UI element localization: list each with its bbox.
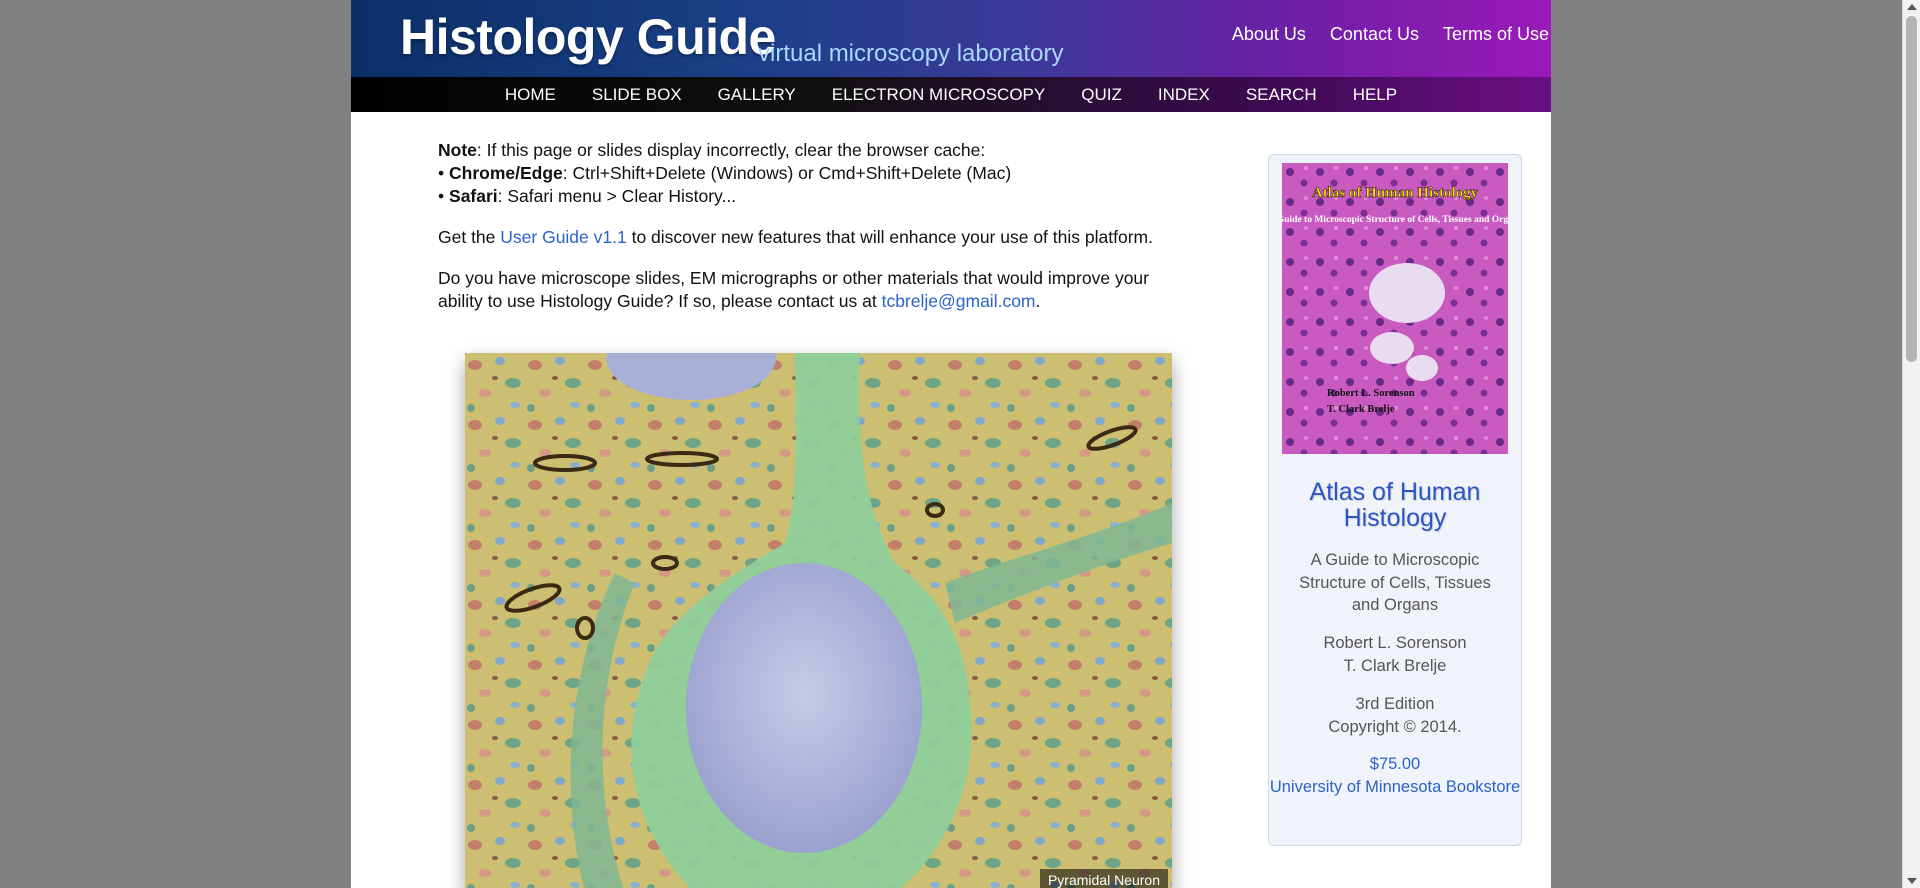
cover-author2-text: T. Clark Brelje <box>1327 404 1395 415</box>
site-title[interactable]: Histology Guide <box>400 8 776 66</box>
contact-paragraph: Do you have microscope slides, EM microg… <box>438 267 1198 313</box>
cover-title-text: Atlas of Human Histology <box>1312 185 1479 201</box>
copyright-text: Copyright © 2014. <box>1328 717 1462 736</box>
scrollbar-thumb[interactable] <box>1906 16 1917 362</box>
safari-text: : Safari menu > Clear History... <box>497 186 737 206</box>
book-cover-image[interactable]: Atlas of Human Histology A Guide to Micr… <box>1282 163 1508 454</box>
chrome-text: : Ctrl+Shift+Delete (Windows) or Cmd+Shi… <box>562 163 1012 183</box>
top-links: About Us Contact Us Terms of Use <box>1232 24 1551 45</box>
nav-search[interactable]: SEARCH <box>1228 85 1335 105</box>
site-subtitle: virtual microscopy laboratory <box>758 40 1064 67</box>
main-content: Note: If this page or slides display inc… <box>438 139 1198 331</box>
nav-gallery[interactable]: GALLERY <box>700 85 814 105</box>
user-guide-paragraph: Get the User Guide v1.1 to discover new … <box>438 226 1198 249</box>
author-name: T. Clark Brelje <box>1343 656 1447 675</box>
bullet: • <box>438 163 445 183</box>
guide-prefix: Get the <box>438 227 501 247</box>
book-edition: 3rd Edition Copyright © 2014. <box>1269 693 1521 738</box>
cache-notice: Note: If this page or slides display inc… <box>438 139 1198 208</box>
pyramidal-neuron-image <box>465 353 1172 888</box>
note-label: Note <box>438 140 477 160</box>
featured-micrograph[interactable]: Pyramidal Neuron <box>465 353 1172 888</box>
email-link[interactable]: tcbrelje@gmail.com <box>882 291 1036 311</box>
price-link[interactable]: $75.00 <box>1370 755 1420 773</box>
book-title-link[interactable]: Atlas of Human Histology <box>1269 479 1521 531</box>
chrome-label: Chrome/Edge <box>449 163 563 183</box>
bookstore-link[interactable]: University of Minnesota Bookstore <box>1270 778 1520 796</box>
book-subtitle: A Guide to Microscopic Structure of Cell… <box>1299 551 1491 614</box>
user-guide-link[interactable]: User Guide v1.1 <box>500 227 626 247</box>
site-header: Histology Guide virtual microscopy labor… <box>351 0 1551 77</box>
nav-electron-microscopy[interactable]: ELECTRON MICROSCOPY <box>814 85 1063 105</box>
nav-help[interactable]: HELP <box>1335 85 1415 105</box>
book-cover-art: Atlas of Human Histology A Guide to Micr… <box>1282 163 1508 454</box>
cover-author1-text: Robert L. Sorenson <box>1327 388 1415 399</box>
book-promo-sidebar: Atlas of Human Histology A Guide to Micr… <box>1268 154 1522 846</box>
bullet: • <box>438 186 445 206</box>
cover-subtitle-text: A Guide to Microscopic Structure of Cell… <box>1282 215 1508 225</box>
note-text: : If this page or slides display incorre… <box>476 140 986 160</box>
vertical-scrollbar[interactable] <box>1902 0 1920 888</box>
terms-of-use-link[interactable]: Terms of Use <box>1443 24 1551 45</box>
scroll-down-arrow-icon[interactable] <box>1907 878 1917 884</box>
book-purchase: $75.00 University of Minnesota Bookstore <box>1269 753 1521 798</box>
nav-slide-box[interactable]: SLIDE BOX <box>574 85 700 105</box>
author-name: Robert L. Sorenson <box>1323 634 1467 652</box>
about-us-link[interactable]: About Us <box>1232 24 1306 45</box>
page: Histology Guide virtual microscopy labor… <box>351 0 1551 888</box>
guide-suffix: to discover new features that will enhan… <box>626 227 1153 247</box>
safari-label: Safari <box>449 186 498 206</box>
contact-text: Do you have microscope slides, EM microg… <box>438 268 1149 311</box>
contact-end: . <box>1035 291 1041 311</box>
contact-us-link[interactable]: Contact Us <box>1330 24 1419 45</box>
main-nav: HOME SLIDE BOX GALLERY ELECTRON MICROSCO… <box>351 77 1551 112</box>
nav-home[interactable]: HOME <box>487 85 574 105</box>
nav-quiz[interactable]: QUIZ <box>1063 85 1140 105</box>
book-authors: Robert L. Sorenson T. Clark Brelje <box>1269 632 1521 677</box>
scroll-up-arrow-icon[interactable] <box>1907 4 1917 10</box>
edition-text: 3rd Edition <box>1355 695 1435 713</box>
nav-index[interactable]: INDEX <box>1140 85 1228 105</box>
image-caption: Pyramidal Neuron <box>1039 869 1168 888</box>
